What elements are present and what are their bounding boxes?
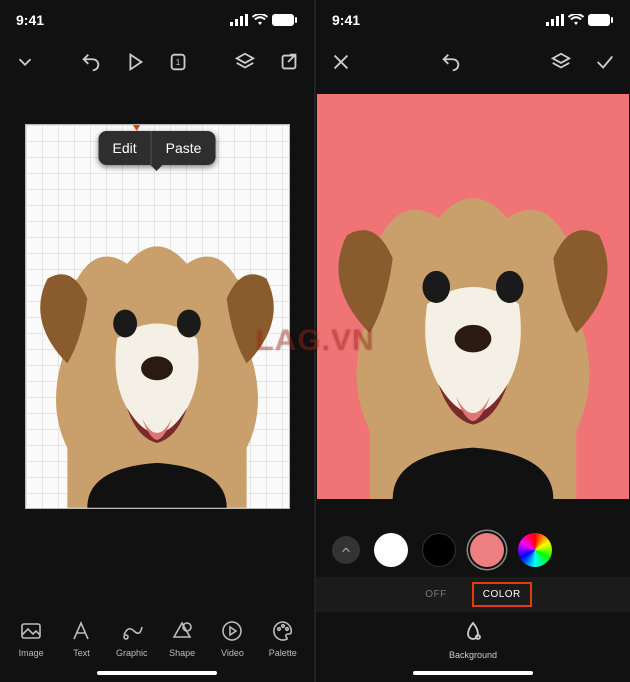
- check-icon[interactable]: [594, 51, 616, 73]
- canvas[interactable]: [317, 94, 629, 499]
- expand-palette-button[interactable]: [332, 536, 360, 564]
- tool-label: Text: [73, 648, 90, 658]
- tool-shape[interactable]: Shape: [158, 619, 206, 658]
- status-bar: 9:41: [316, 0, 630, 40]
- share-icon[interactable]: [278, 51, 300, 73]
- tool-label: Palette: [269, 648, 297, 658]
- background-tabs: OFF COLOR: [316, 577, 630, 612]
- signal-icon: [230, 14, 248, 26]
- status-bar: 9:41: [0, 0, 314, 40]
- screen-right-background: 9:41: [316, 0, 630, 682]
- toolbar-left: 1: [0, 40, 314, 84]
- tab-color[interactable]: COLOR: [477, 587, 527, 602]
- color-swatch-row: [316, 523, 630, 577]
- image-icon: [19, 619, 43, 643]
- undo-icon[interactable]: [440, 51, 462, 73]
- tab-off[interactable]: OFF: [419, 587, 453, 602]
- status-icons: [546, 14, 614, 26]
- paste-button[interactable]: Paste: [151, 131, 216, 165]
- background-label: Background: [449, 650, 497, 660]
- svg-text:1: 1: [176, 58, 181, 67]
- swatch-black[interactable]: [422, 533, 456, 567]
- tool-label: Video: [221, 648, 244, 658]
- home-indicator[interactable]: [0, 664, 314, 682]
- screen-left-editor: 9:41 1: [0, 0, 314, 682]
- swatch-color-picker[interactable]: [518, 533, 552, 567]
- home-indicator[interactable]: [316, 664, 630, 682]
- tool-text[interactable]: Text: [57, 619, 105, 658]
- battery-icon: [588, 14, 614, 26]
- tool-palette[interactable]: Palette: [259, 619, 307, 658]
- bottom-tool-row: Image Text Graphic Shape Video Palette: [0, 609, 314, 664]
- signal-icon: [546, 14, 564, 26]
- video-icon: [220, 619, 244, 643]
- palette-icon: [271, 619, 295, 643]
- layers-icon[interactable]: [234, 51, 256, 73]
- tool-label: Graphic: [116, 648, 148, 658]
- context-popup: Edit Paste: [99, 131, 216, 165]
- toolbar-right: [316, 40, 630, 84]
- status-time: 9:41: [16, 12, 44, 28]
- play-icon[interactable]: [124, 51, 146, 73]
- battery-icon: [272, 14, 298, 26]
- tool-image[interactable]: Image: [7, 619, 55, 658]
- canvas[interactable]: Edit Paste: [25, 124, 290, 509]
- background-tool[interactable]: Background: [316, 612, 630, 664]
- layers-icon[interactable]: [550, 51, 572, 73]
- status-time: 9:41: [332, 12, 360, 28]
- pages-icon[interactable]: 1: [168, 51, 190, 73]
- wifi-icon: [568, 14, 584, 26]
- close-icon[interactable]: [330, 51, 352, 73]
- dog-cutout-image[interactable]: [26, 209, 289, 508]
- undo-icon[interactable]: [80, 51, 102, 73]
- wifi-icon: [252, 14, 268, 26]
- shape-icon: [170, 619, 194, 643]
- canvas-area[interactable]: Edit Paste: [0, 84, 314, 609]
- canvas-area[interactable]: [316, 84, 630, 523]
- chevron-down-icon[interactable]: [14, 51, 36, 73]
- background-icon: [461, 620, 485, 646]
- tool-graphic[interactable]: Graphic: [108, 619, 156, 658]
- text-icon: [69, 619, 93, 643]
- swatch-white[interactable]: [374, 533, 408, 567]
- status-icons: [230, 14, 298, 26]
- tool-label: Image: [19, 648, 44, 658]
- dog-cutout-image[interactable]: [317, 155, 629, 499]
- tool-label: Shape: [169, 648, 195, 658]
- tool-video[interactable]: Video: [208, 619, 256, 658]
- annotation-arrow-icon: [127, 124, 147, 134]
- edit-button[interactable]: Edit: [99, 131, 151, 165]
- graphic-icon: [120, 619, 144, 643]
- swatch-pink-selected[interactable]: [470, 533, 504, 567]
